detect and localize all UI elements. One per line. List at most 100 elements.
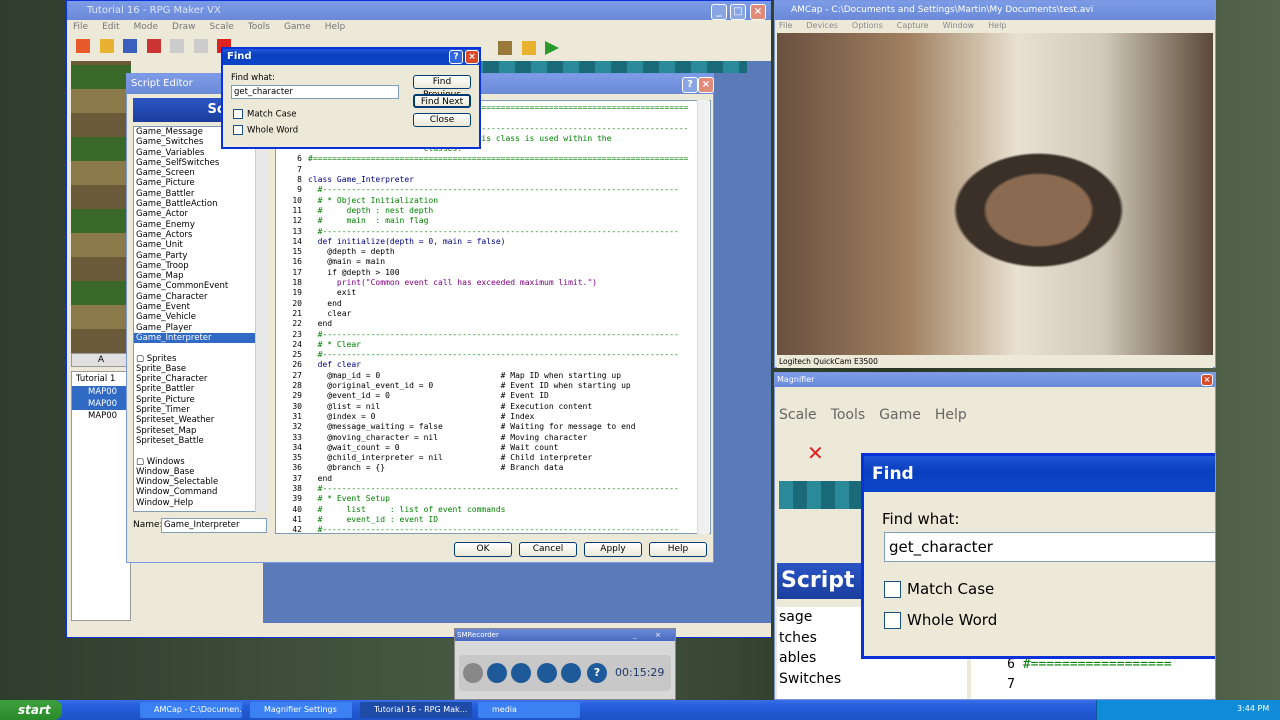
record-icon[interactable] xyxy=(463,663,483,683)
menu-item[interactable]: Help xyxy=(935,407,967,423)
maximize-button[interactable]: □ xyxy=(730,4,746,20)
script-list-item[interactable]: Game_Party xyxy=(134,251,266,261)
script-list-item[interactable]: Sprite_Picture xyxy=(134,395,266,405)
script-list-item[interactable]: ▢ Windows xyxy=(134,457,266,467)
taskbar-item-media[interactable]: media xyxy=(478,702,580,718)
script-list-item[interactable]: Game_Map xyxy=(134,271,266,281)
clock[interactable]: 3:44 PM xyxy=(1237,704,1269,713)
find-next-button[interactable]: Find Next xyxy=(413,94,471,108)
script-list-item[interactable]: Game_Player xyxy=(134,323,266,333)
script-list-item[interactable]: Game_Battler xyxy=(134,189,266,199)
script-list-item[interactable]: Game_Event xyxy=(134,302,266,312)
apply-button[interactable]: Apply xyxy=(584,542,642,557)
menu-item[interactable]: File xyxy=(73,22,88,32)
close-button[interactable]: × xyxy=(750,4,766,20)
map-tree-root[interactable]: Tutorial 1 xyxy=(72,372,130,386)
close-button[interactable]: × xyxy=(698,77,714,93)
script-list-item[interactable]: Window_Base xyxy=(134,467,266,477)
menu-item[interactable]: Game xyxy=(879,407,921,423)
close-button[interactable]: Close xyxy=(413,113,471,127)
script-list-item[interactable]: Game_Actor xyxy=(134,209,266,219)
script-list-item[interactable]: Spriteset_Weather xyxy=(134,415,266,425)
close-icon[interactable]: × xyxy=(655,629,661,641)
minimize-button[interactable]: _ xyxy=(711,4,727,20)
menu-item[interactable]: Scale xyxy=(210,22,234,32)
script-list-item[interactable]: Game_Picture xyxy=(134,178,266,188)
close-button[interactable]: × xyxy=(1201,374,1213,386)
script-list-item[interactable]: Spriteset_Map xyxy=(134,426,266,436)
script-list-item[interactable]: Sprite_Timer xyxy=(134,405,266,415)
script-list-item[interactable]: Game_BattleAction xyxy=(134,199,266,209)
paste-icon[interactable] xyxy=(193,39,208,53)
script-list-item[interactable]: Window_Selectable xyxy=(134,477,266,487)
script-list-item[interactable]: Game_Character xyxy=(134,292,266,302)
find-titlebar[interactable]: Find ? × xyxy=(223,49,479,65)
menu-item[interactable]: Window xyxy=(943,21,975,30)
menu-item[interactable]: Game xyxy=(284,22,311,32)
script-list-item[interactable]: Game_Troop xyxy=(134,261,266,271)
taskbar-item-magnifier[interactable]: Magnifier Settings xyxy=(250,702,352,718)
taskbar-item-amcap[interactable]: AMCap - C:\Documen... xyxy=(140,702,242,718)
recorder-titlebar[interactable]: SMRecorder _ × xyxy=(455,629,675,641)
whole-word-checkbox[interactable]: Whole Word xyxy=(233,125,298,136)
menu-item[interactable]: Tools xyxy=(248,22,270,32)
script-list-item[interactable]: Window_Command xyxy=(134,487,266,497)
script-list-item[interactable]: Game_Enemy xyxy=(134,220,266,230)
menu-item[interactable]: Edit xyxy=(102,22,119,32)
help-button[interactable]: ? xyxy=(682,77,698,93)
find-what-input[interactable]: get_character xyxy=(231,85,399,99)
magnifier-titlebar[interactable]: Magnifier × xyxy=(775,373,1215,387)
taskbar-item-rpgmaker[interactable]: Tutorial 16 - RPG Mak... xyxy=(360,702,472,718)
copy-icon[interactable] xyxy=(170,39,184,53)
playtest-icon[interactable] xyxy=(545,41,559,55)
menu-item[interactable]: Tools xyxy=(831,407,866,423)
script-list-item[interactable]: Sprite_Battler xyxy=(134,384,266,394)
stop-icon[interactable] xyxy=(511,663,531,683)
menu-item[interactable]: Options xyxy=(852,21,883,30)
script-list-item[interactable] xyxy=(134,446,266,456)
script-list-item[interactable]: Game_SelfSwitches xyxy=(134,158,266,168)
script-list-item[interactable]: Sprite_Base xyxy=(134,364,266,374)
script-list-item[interactable]: ▢ Sprites xyxy=(134,354,266,364)
code-scrollbar[interactable] xyxy=(697,100,709,534)
script-list-item[interactable] xyxy=(134,343,266,353)
menu-item[interactable]: Draw xyxy=(172,22,196,32)
pause-icon[interactable] xyxy=(487,663,507,683)
help-icon[interactable]: ? xyxy=(587,663,607,683)
script-list-item[interactable]: Game_CommonEvent xyxy=(134,281,266,291)
script-list-item[interactable]: Game_Screen xyxy=(134,168,266,178)
script-list-item[interactable]: Sprite_Character xyxy=(134,374,266,384)
cancel-button[interactable]: Cancel xyxy=(519,542,577,557)
script-editor-icon[interactable] xyxy=(498,41,512,55)
script-list[interactable]: Game_Message Game_Switches Game_Variables G… xyxy=(133,126,267,512)
cut-icon[interactable] xyxy=(146,39,161,53)
menu-item[interactable]: Devices xyxy=(806,21,838,30)
script-list-scrollbar[interactable] xyxy=(255,126,267,512)
script-list-item[interactable]: Game_Vehicle xyxy=(134,312,266,322)
open-icon[interactable] xyxy=(99,39,114,53)
menu-item[interactable]: Help xyxy=(325,22,346,32)
preview-icon[interactable] xyxy=(537,663,557,683)
script-list-item[interactable]: Window_Help xyxy=(134,498,266,508)
script-list-item[interactable]: Game_Interpreter xyxy=(134,332,266,344)
map-tree-item[interactable]: MAP00 xyxy=(72,410,130,422)
name-input[interactable]: Game_Interpreter xyxy=(161,518,267,533)
minimize-icon[interactable]: _ xyxy=(633,629,637,641)
folder-icon[interactable] xyxy=(561,663,581,683)
ok-button[interactable]: OK xyxy=(454,542,512,557)
find-previous-button[interactable]: Find Previous xyxy=(413,75,471,100)
script-list-item[interactable]: Game_Actors xyxy=(134,230,266,240)
script-list-item[interactable]: Game_Variables xyxy=(134,148,266,158)
rpgmaker-titlebar[interactable]: Tutorial 16 - RPG Maker VX _ □ × xyxy=(67,1,771,20)
map-tree-item[interactable]: MAP00 xyxy=(72,398,130,410)
code-editor[interactable]: #=======================================… xyxy=(275,100,711,534)
tileset-panel[interactable] xyxy=(71,61,131,353)
menu-item[interactable]: Mode xyxy=(134,22,159,32)
menu-item[interactable]: File xyxy=(779,21,792,30)
script-list-item[interactable]: Game_Unit xyxy=(134,240,266,250)
help-button[interactable]: Help xyxy=(649,542,707,557)
new-icon[interactable] xyxy=(76,39,90,53)
menu-item[interactable]: Help xyxy=(988,21,1006,30)
save-icon[interactable] xyxy=(123,39,137,53)
start-button[interactable]: start xyxy=(0,700,62,720)
